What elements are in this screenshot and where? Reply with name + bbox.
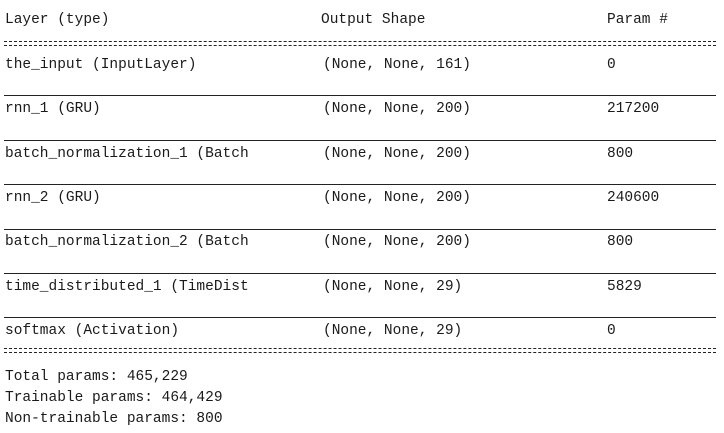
layer-row: the_input (InputLayer) (None, None, 161)… [0,54,720,76]
header-layer-type: Layer (type) [5,12,110,28]
header-param-count: Param # [607,12,668,28]
output-shape: (None, None, 200) [323,234,471,250]
header-output-shape: Output Shape [321,12,426,28]
layer-name: time_distributed_1 (TimeDist [5,279,249,295]
param-count: 217200 [607,101,660,117]
layer-row: rnn_2 (GRU) (None, None, 200) 240600 [0,187,720,209]
layer-name: batch_normalization_2 (Batch [5,234,249,250]
param-count: 0 [607,323,616,339]
param-count: 0 [607,57,616,73]
trainable-params: Trainable params: 464,429 [5,390,223,406]
layer-name: batch_normalization_1 (Batch [5,146,249,162]
footer-double-divider [4,348,716,353]
layer-row: rnn_1 (GRU) (None, None, 200) 217200 [0,98,720,120]
non-trainable-params: Non-trainable params: 800 [5,411,223,427]
layer-row: time_distributed_1 (TimeDist (None, None… [0,276,720,298]
total-params: Total params: 465,229 [5,369,188,385]
row-divider [4,140,716,141]
row-divider [4,317,716,318]
layer-name: rnn_2 (GRU) [5,190,101,206]
model-summary: Layer (type) Output Shape Param # the_in… [0,0,724,433]
param-count: 240600 [607,190,660,206]
output-shape: (None, None, 200) [323,101,471,117]
layer-row: batch_normalization_1 (Batch (None, None… [0,143,720,165]
output-shape: (None, None, 200) [323,146,471,162]
param-count: 800 [607,234,634,250]
row-divider [4,95,716,96]
output-shape: (None, None, 29) [323,323,463,339]
summary-header: Layer (type) Output Shape Param # [0,9,720,31]
row-divider [4,273,716,274]
param-count: 5829 [607,279,642,295]
layer-name: the_input (InputLayer) [5,57,197,73]
header-double-divider [4,41,716,46]
output-shape: (None, None, 200) [323,190,471,206]
output-shape: (None, None, 29) [323,279,463,295]
param-count: 800 [607,146,634,162]
layer-row: batch_normalization_2 (Batch (None, None… [0,231,720,253]
row-divider [4,229,716,230]
layer-name: rnn_1 (GRU) [5,101,101,117]
output-shape: (None, None, 161) [323,57,471,73]
row-divider [4,184,716,185]
layer-row: softmax (Activation) (None, None, 29) 0 [0,320,720,342]
layer-name: softmax (Activation) [5,323,180,339]
